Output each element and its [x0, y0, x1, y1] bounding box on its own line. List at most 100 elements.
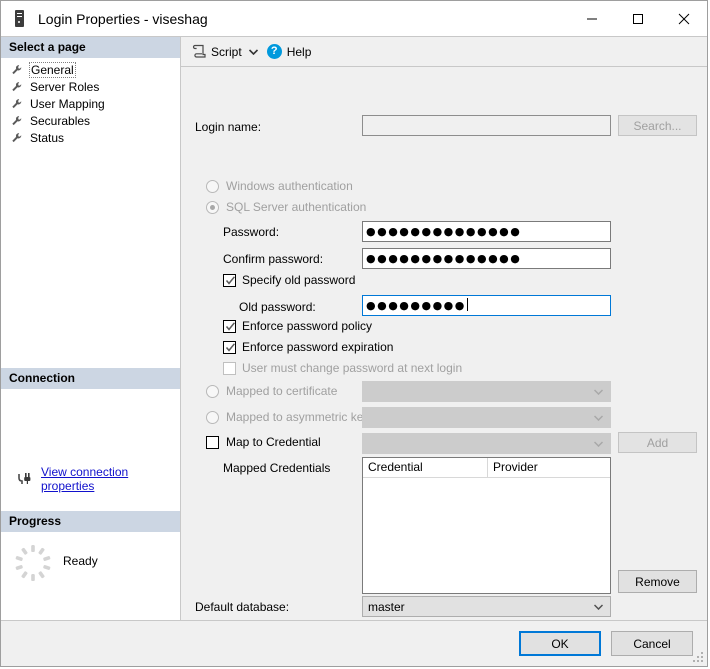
text-caret [466, 298, 468, 311]
checkmark-icon [225, 342, 235, 352]
toolbar: Script ? Help [181, 37, 707, 67]
mapped-to-certificate-dropdown[interactable] [362, 381, 611, 402]
confirm-password-input[interactable]: ●●●●●●●●●●●●●● [362, 248, 611, 269]
specify-old-password-option[interactable]: Specify old password [223, 273, 355, 287]
windows-auth-radio[interactable] [206, 179, 219, 193]
map-to-credential-option[interactable]: Map to Credential [206, 435, 321, 449]
wrench-icon [12, 81, 22, 91]
wrench-icon [12, 132, 22, 142]
script-icon [192, 44, 206, 58]
script-label: Script [211, 44, 242, 59]
sidebar-item-label: Server Roles [30, 79, 100, 94]
dialog-body: Select a page General Server Roles User … [1, 36, 707, 643]
add-credential-button[interactable]: Add [618, 432, 697, 453]
mapped-to-asymmetric-key-radio[interactable] [206, 410, 219, 424]
connection-plug-icon [18, 473, 31, 484]
sidebar-item-general[interactable]: General [1, 61, 180, 78]
remove-credential-button[interactable]: Remove [618, 570, 697, 593]
old-password-label: Old password: [239, 300, 316, 314]
mapped-credentials-grid[interactable]: Credential Provider [362, 457, 611, 594]
user-must-change-password-checkbox[interactable] [223, 361, 236, 375]
window-title: Login Properties - viseshag [38, 10, 208, 27]
sql-auth-label: SQL Server authentication [226, 200, 367, 214]
progress-spinner-icon [15, 545, 51, 581]
sidebar-item-securables[interactable]: Securables [1, 112, 180, 129]
windows-authentication-option[interactable]: Windows authentication [206, 179, 353, 193]
cancel-button[interactable]: Cancel [611, 631, 693, 656]
progress-header: Progress [1, 511, 180, 532]
mapped-credentials-label: Mapped Credentials [223, 461, 331, 475]
close-button[interactable] [661, 1, 707, 36]
connection-header: Connection [1, 368, 180, 389]
map-to-credential-dropdown[interactable] [362, 433, 611, 454]
sidebar-item-label: User Mapping [30, 96, 105, 111]
page-list: General Server Roles User Mapping Secura… [1, 58, 180, 146]
chevron-down-icon [594, 414, 603, 421]
maximize-button[interactable] [615, 1, 661, 36]
enforce-password-policy-label: Enforce password policy [242, 319, 373, 333]
mapped-to-asymmetric-key-label: Mapped to asymmetric key [226, 410, 370, 424]
specify-old-password-checkbox[interactable] [223, 273, 236, 287]
ok-button[interactable]: OK [519, 631, 601, 656]
wrench-icon [12, 98, 22, 108]
search-button[interactable]: Search... [618, 115, 697, 136]
help-button[interactable]: ? Help [264, 41, 315, 63]
enforce-password-policy-checkbox[interactable] [223, 319, 236, 333]
default-database-value: master [368, 599, 405, 614]
sidebar-item-server-roles[interactable]: Server Roles [1, 78, 180, 95]
view-connection-properties-link[interactable]: View connection properties [41, 465, 180, 493]
view-connection-properties-row[interactable]: View connection properties [1, 465, 180, 493]
progress-status-text: Ready [63, 554, 98, 568]
login-name-input[interactable] [362, 115, 611, 136]
password-label: Password: [223, 225, 280, 239]
wrench-icon [12, 64, 22, 74]
help-question-icon: ? [266, 44, 282, 59]
enforce-password-expiration-option[interactable]: Enforce password expiration [223, 340, 393, 354]
server-icon [12, 9, 28, 28]
old-password-value: ●●●●●●●●● [366, 299, 466, 312]
mapped-to-certificate-radio[interactable] [206, 384, 219, 398]
mapped-to-asymmetric-key-option[interactable]: Mapped to asymmetric key [206, 410, 369, 424]
password-input[interactable]: ●●●●●●●●●●●●●● [362, 221, 611, 242]
progress-panel: Ready [1, 532, 180, 620]
general-page-form: Login name: Search... Windows authentica… [181, 67, 707, 643]
mapped-to-asymmetric-key-dropdown[interactable] [362, 407, 611, 428]
mapped-to-certificate-option[interactable]: Mapped to certificate [206, 384, 337, 398]
sidebar-item-status[interactable]: Status [1, 129, 180, 146]
column-header-credential[interactable]: Credential [363, 458, 488, 477]
wrench-icon [12, 115, 22, 125]
sql-server-authentication-option[interactable]: SQL Server authentication [206, 200, 366, 214]
enforce-password-expiration-label: Enforce password expiration [242, 340, 394, 354]
sidebar-item-label: Status [30, 130, 65, 145]
login-name-label: Login name: [195, 120, 262, 134]
dialog-footer: OK Cancel [1, 620, 707, 666]
user-must-change-password-label: User must change password at next login [242, 361, 463, 375]
resize-grip[interactable] [693, 652, 704, 663]
user-must-change-password-option[interactable]: User must change password at next login [223, 361, 462, 375]
sidebar-item-label: Securables [30, 113, 91, 128]
map-to-credential-checkbox[interactable] [206, 435, 219, 449]
windows-auth-label: Windows authentication [226, 179, 353, 193]
confirm-password-label: Confirm password: [223, 252, 324, 266]
default-database-dropdown[interactable]: master [362, 596, 611, 617]
chevron-down-icon [594, 388, 603, 395]
minimize-button[interactable] [569, 1, 615, 36]
script-button[interactable]: Script [189, 41, 245, 63]
checkmark-icon [225, 321, 235, 331]
sidebar-item-label: General [29, 61, 76, 78]
title-bar: Login Properties - viseshag [1, 1, 707, 36]
enforce-password-policy-option[interactable]: Enforce password policy [223, 319, 372, 333]
connection-panel: View connection properties [1, 389, 180, 511]
sidebar-item-user-mapping[interactable]: User Mapping [1, 95, 180, 112]
enforce-password-expiration-checkbox[interactable] [223, 340, 236, 354]
map-to-credential-label: Map to Credential [226, 435, 321, 449]
old-password-input[interactable]: ●●●●●●●●● [362, 295, 611, 316]
script-dropdown-button[interactable] [245, 41, 264, 63]
chevron-down-icon [248, 48, 258, 55]
sql-auth-radio[interactable] [206, 200, 219, 214]
window-controls [569, 1, 707, 36]
specify-old-password-label: Specify old password [242, 273, 356, 287]
sidebar: Select a page General Server Roles User … [1, 36, 181, 620]
checkmark-icon [225, 275, 235, 285]
column-header-provider[interactable]: Provider [488, 458, 610, 477]
